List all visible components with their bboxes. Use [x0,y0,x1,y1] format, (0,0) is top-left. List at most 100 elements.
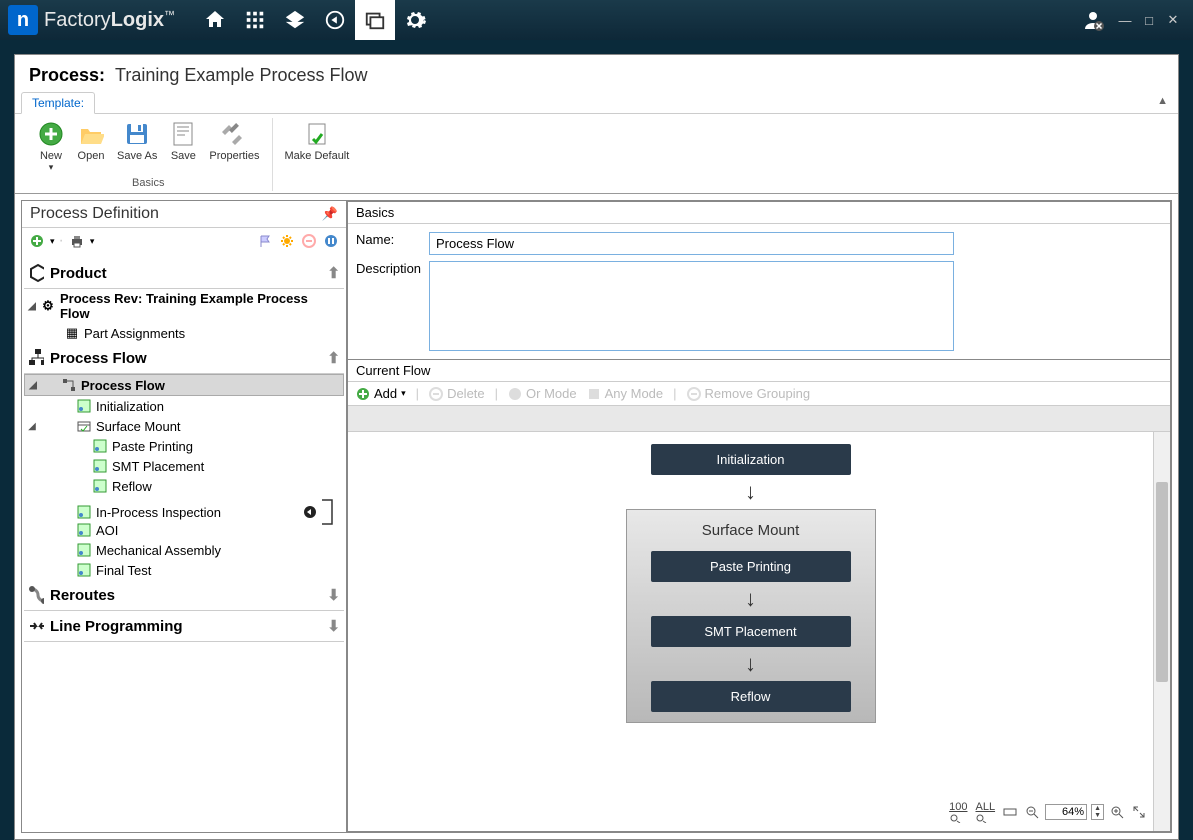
name-field[interactable] [429,232,954,255]
grid-icon[interactable] [235,0,275,40]
step-icon [76,542,92,558]
step-icon [92,458,108,474]
save-button[interactable]: Save [163,118,203,175]
make-default-button[interactable]: Make Default [279,118,356,164]
page-header: Process: Training Example Process Flow [15,55,1178,92]
target-icon[interactable] [315,0,355,40]
zoom-100-button[interactable]: 100 [947,801,969,823]
new-icon [37,120,65,148]
basics-box: Basics Name: Description [347,201,1171,360]
close-button[interactable]: ✕ [1161,8,1185,32]
tree-process-flow-root[interactable]: ◢ Process Flow [24,374,344,396]
home-icon[interactable] [195,0,235,40]
step-icon [76,398,92,414]
new-button[interactable]: New▾ [31,118,71,175]
flow-group-surface-mount[interactable]: Surface Mount Paste Printing ↓ SMT Place… [626,509,876,723]
gear-small-icon[interactable] [278,232,296,250]
zoom-out-button[interactable] [1023,805,1041,819]
add-button[interactable]: Add ▾ [356,386,406,401]
arrow-down-icon: ↓ [745,653,756,675]
print-icon[interactable] [68,232,86,250]
zoom-bar: 100 ALL ▲▼ [945,799,1150,825]
vertical-scrollbar[interactable] [1153,432,1170,831]
zoom-spinner[interactable]: ▲▼ [1091,804,1104,820]
tree-item[interactable]: Paste Printing [24,436,344,456]
step-icon [76,562,92,578]
zoom-fit-width-button[interactable] [1001,805,1019,819]
flow-node-initialization[interactable]: Initialization [651,444,851,475]
ribbon-collapse-icon[interactable]: ▲ [1157,95,1168,107]
remove-grouping-button: Remove Grouping [687,386,811,401]
bracket-icon [320,498,334,526]
tree-item[interactable]: ◢ Surface Mount [24,416,344,436]
layers-icon[interactable] [275,0,315,40]
zoom-expand-button[interactable] [1130,805,1148,819]
section-process-flow[interactable]: Process Flow ⬆ [24,343,344,374]
description-label: Description [356,261,421,276]
header-label: Process: [29,65,105,86]
flow-toolbar: Add ▾ | Delete | Or Mode Any Mode [348,382,1170,406]
flow-node-smt[interactable]: SMT Placement [651,616,851,647]
zoom-input[interactable] [1045,804,1087,820]
properties-button[interactable]: Properties [203,118,265,175]
or-mode-button: Or Mode [508,386,577,401]
add-dropdown[interactable]: ▾ [50,236,55,247]
flow-strip [348,406,1170,432]
arrow-down-icon: ↓ [745,481,756,503]
flow-node-reflow[interactable]: Reflow [651,681,851,712]
gear-icon[interactable] [395,0,435,40]
add-icon[interactable] [28,232,46,250]
tab-template[interactable]: Template: [21,92,95,114]
group-icon [76,418,92,434]
section-reroutes[interactable]: Reroutes ⬇ [24,580,344,611]
line-prog-icon [28,618,44,634]
list-icon: ▦ [64,325,80,341]
tree-process-rev[interactable]: ◢ ⚙ Process Rev: Training Example Proces… [24,289,344,323]
save-icon [169,120,197,148]
tree-part-assignments[interactable]: ▦ Part Assignments [24,323,344,343]
flow-group-title: Surface Mount [702,520,800,545]
down-arrow-icon[interactable]: ⬇ [327,586,340,604]
description-field[interactable] [429,261,954,351]
step-icon [76,522,92,538]
tree-item[interactable]: AOI [24,520,344,540]
titlebar: n FactoryLogix™ — □ ✕ [0,0,1193,40]
tree-item[interactable]: Final Test [24,560,344,580]
header-value: Training Example Process Flow [115,65,367,86]
print-dropdown[interactable]: ▾ [90,236,95,247]
section-product[interactable]: Product ⬆ [24,258,344,289]
make-default-icon [303,120,331,148]
zoom-all-button[interactable]: ALL [973,801,997,823]
minimize-button[interactable]: — [1113,8,1137,32]
tree-item[interactable]: Initialization [24,396,344,416]
down-arrow-icon[interactable]: ⬇ [327,617,340,635]
ribbon-group-label: Basics [132,175,164,191]
windows-icon[interactable] [355,0,395,40]
step-icon [76,504,92,520]
ribbon-group-default: Make Default [273,118,362,191]
flow-node-paste[interactable]: Paste Printing [651,551,851,582]
body: Process Definition 📌 ▾ · ▾ Product [21,200,1172,833]
save-as-button[interactable]: Save As [111,118,163,175]
remove-icon[interactable] [300,232,318,250]
open-button[interactable]: Open [71,118,111,175]
zoom-in-button[interactable] [1108,805,1126,819]
up-arrow-icon[interactable]: ⬆ [327,349,340,367]
loop-icon[interactable] [302,504,318,520]
tree-item[interactable]: Mechanical Assembly [24,540,344,560]
flag-icon[interactable] [256,232,274,250]
tree-item[interactable]: Reflow [24,476,344,496]
tree-item[interactable]: SMT Placement [24,456,344,476]
section-line-programming[interactable]: Line Programming ⬇ [24,611,344,642]
panel-toolbar: ▾ · ▾ [22,228,346,254]
step-icon [92,438,108,454]
up-arrow-icon[interactable]: ⬆ [327,264,340,282]
scroll-thumb[interactable] [1156,482,1168,682]
flow-canvas[interactable]: Initialization ↓ Surface Mount Paste Pri… [348,432,1153,831]
pause-icon[interactable] [322,232,340,250]
pin-icon[interactable]: 📌 [322,206,338,222]
user-icon[interactable] [1073,0,1113,40]
app-title: FactoryLogix™ [44,9,175,32]
maximize-button[interactable]: □ [1137,8,1161,32]
name-label: Name: [356,232,421,247]
